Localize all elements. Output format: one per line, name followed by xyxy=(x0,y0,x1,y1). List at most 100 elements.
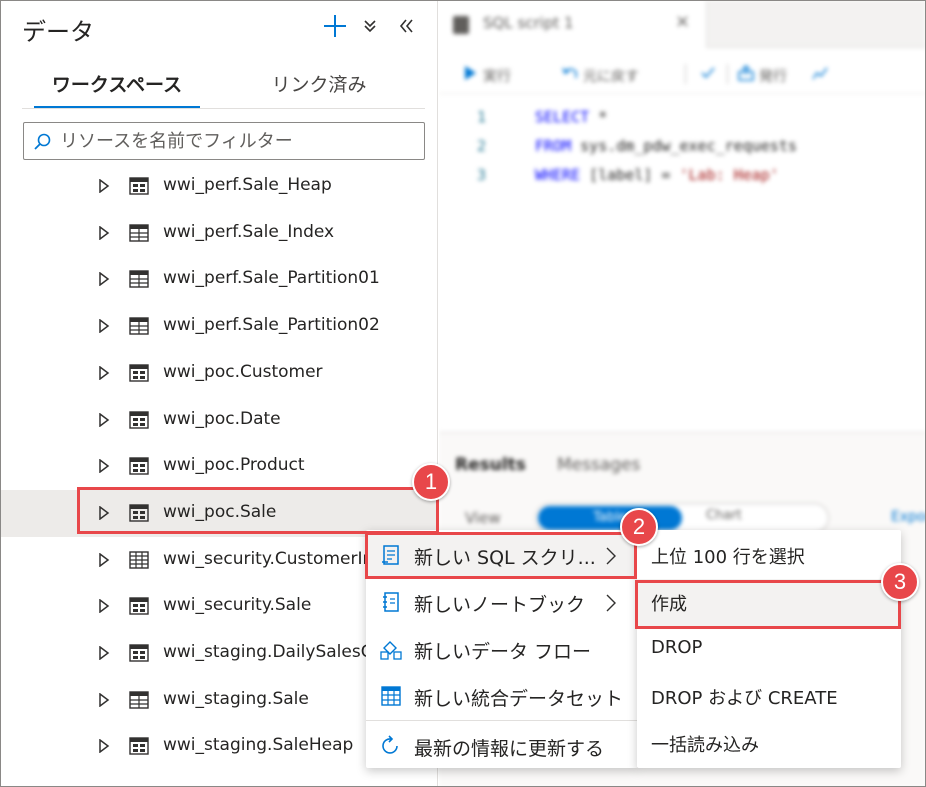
highlight-tree-item xyxy=(77,487,439,534)
tree-item-label: wwi_staging.Sale xyxy=(163,688,309,709)
sql-file-icon xyxy=(453,16,469,34)
expand-chevron-icon[interactable] xyxy=(98,739,110,754)
panel-title: データ xyxy=(22,18,94,46)
expand-chevron-icon[interactable] xyxy=(98,272,110,287)
expand-chevron-icon[interactable] xyxy=(98,692,110,707)
code-line: FROM sys.dm_pdw_exec_requests xyxy=(535,137,797,155)
run-icon[interactable] xyxy=(461,64,479,82)
submenu-item-label: 上位 100 行を選択 xyxy=(651,547,805,568)
line-number: 1 xyxy=(477,108,487,126)
code-line: SELECT * xyxy=(535,108,607,126)
line-number: 3 xyxy=(477,166,487,184)
search-icon xyxy=(34,133,51,150)
editor-tab-bar: SQL script 1 × xyxy=(439,0,926,48)
toolbar-separator xyxy=(685,64,686,84)
tab-linked[interactable]: リンク済み xyxy=(252,70,386,110)
menu-item[interactable]: 新しい統合データセット xyxy=(366,673,638,720)
tree-item-label: wwi_poc.Customer xyxy=(163,361,323,382)
highlight-submenu-item xyxy=(635,580,901,629)
export-button[interactable]: Export xyxy=(891,509,926,525)
view-chart-option[interactable]: Chart xyxy=(706,508,742,523)
code-token: FROM xyxy=(535,137,572,155)
menu-item-label: 新しいノートブック xyxy=(414,594,586,616)
menu-item-label: 最新の情報に更新する xyxy=(414,738,605,760)
tree-item[interactable]: wwi_perf.Sale_Index xyxy=(0,210,437,257)
chart-icon[interactable] xyxy=(811,64,829,82)
tree-item[interactable]: wwi_perf.Sale_Partition01 xyxy=(0,256,437,303)
expand-chevron-icon[interactable] xyxy=(98,225,110,240)
tree-item-label: wwi_poc.Date xyxy=(163,408,281,429)
expand-chevron-icon[interactable] xyxy=(98,552,110,567)
view-label: View xyxy=(465,509,501,527)
expand-chevron-icon[interactable] xyxy=(98,365,110,380)
tree-item[interactable]: wwi_perf.Sale_Partition02 xyxy=(0,303,437,350)
view-toggle[interactable]: Table Chart xyxy=(535,503,829,533)
undo-button[interactable]: 元に戻す xyxy=(583,66,639,86)
tab-results[interactable]: Results xyxy=(455,455,526,475)
undo-icon[interactable] xyxy=(561,64,579,82)
tree-item[interactable]: wwi_poc.Date xyxy=(0,397,437,444)
filter-box[interactable] xyxy=(23,122,425,160)
publish-icon[interactable] xyxy=(737,64,755,82)
expand-chevron-icon[interactable] xyxy=(98,319,110,334)
tree-item[interactable]: wwi_poc.Product xyxy=(0,443,437,490)
publish-button[interactable]: 発行 xyxy=(759,66,787,86)
tree-item-label: wwi_perf.Sale_Partition02 xyxy=(163,315,380,336)
tabs-divider xyxy=(22,108,425,109)
script-tab[interactable]: SQL script 1 × xyxy=(439,0,707,48)
tree-item-label: wwi_poc.Product xyxy=(163,455,305,476)
tab-messages[interactable]: Messages xyxy=(557,455,640,475)
callout-badge-2: 2 xyxy=(620,508,658,546)
expand-chevron-icon[interactable] xyxy=(98,459,110,474)
menu-item-label: 新しいデータ フロー xyxy=(414,641,592,663)
table-heap-icon xyxy=(129,644,149,662)
table-heap-icon xyxy=(129,457,149,475)
script-tab-label: SQL script 1 xyxy=(483,14,574,32)
code-token: 'Lab: Heap' xyxy=(679,166,779,184)
expand-chevron-icon[interactable] xyxy=(98,646,110,660)
submenu-item-label: DROP xyxy=(651,637,703,658)
tab-workspace[interactable]: ワークスペース xyxy=(34,70,200,110)
callout-badge-1: 1 xyxy=(412,463,450,501)
add-resource-button[interactable] xyxy=(320,10,350,42)
editor-toolbar: 実行 元に戻す 発行 xyxy=(439,56,926,94)
plus-icon xyxy=(324,15,346,37)
view-table-option[interactable]: Table xyxy=(538,506,682,530)
expand-chevron-icon[interactable] xyxy=(98,412,110,427)
expand-chevron-icon[interactable] xyxy=(98,599,110,614)
code-token: * xyxy=(589,108,608,126)
submenu-item[interactable]: 一括読み込み xyxy=(637,720,901,767)
tree-item[interactable]: wwi_poc.Customer xyxy=(0,350,437,397)
table-grid-icon xyxy=(129,550,149,569)
code-line: WHERE [label] = 'Lab: Heap' xyxy=(535,166,779,184)
table-heap-icon xyxy=(129,410,149,429)
code-area[interactable]: 1 SELECT * 2 FROM sys.dm_pdw_exec_requests… xyxy=(439,100,926,190)
expand-chevron-icon[interactable] xyxy=(98,179,110,193)
close-icon[interactable]: × xyxy=(675,11,690,32)
menu-item[interactable]: 新しいノートブック xyxy=(366,579,638,626)
tree-item-label: wwi_security.Sale xyxy=(163,595,312,616)
toolbar-separator xyxy=(727,64,728,84)
tree-item-label: wwi_perf.Sale_Heap xyxy=(163,175,332,195)
filter-input[interactable] xyxy=(60,129,415,153)
callout-badge-3: 3 xyxy=(881,563,919,601)
table-icon xyxy=(129,317,149,335)
table-icon xyxy=(129,690,149,709)
highlight-menu-item xyxy=(365,532,637,579)
code-token: [label] = xyxy=(580,166,680,184)
chevron-double-down-icon xyxy=(364,20,376,33)
tree-item[interactable]: wwi_perf.Sale_Heap xyxy=(0,163,437,210)
collapse-panel-button[interactable] xyxy=(396,16,416,36)
menu-item[interactable]: 最新の情報に更新する xyxy=(366,723,638,770)
submenu-item[interactable]: DROP xyxy=(637,626,901,673)
notebook-icon xyxy=(383,592,399,612)
dataset-icon xyxy=(381,686,401,706)
submenu-item-label: 一括読み込み xyxy=(651,735,759,756)
chevron-double-left-icon xyxy=(399,19,413,33)
menu-item[interactable]: 新しいデータ フロー xyxy=(366,626,638,673)
run-button[interactable]: 実行 xyxy=(483,66,511,86)
submenu-item[interactable]: 上位 100 行を選択 xyxy=(637,532,901,579)
check-icon[interactable] xyxy=(699,64,717,82)
collapse-all-button[interactable] xyxy=(360,16,380,36)
submenu-item[interactable]: DROP および CREATE xyxy=(637,673,901,720)
